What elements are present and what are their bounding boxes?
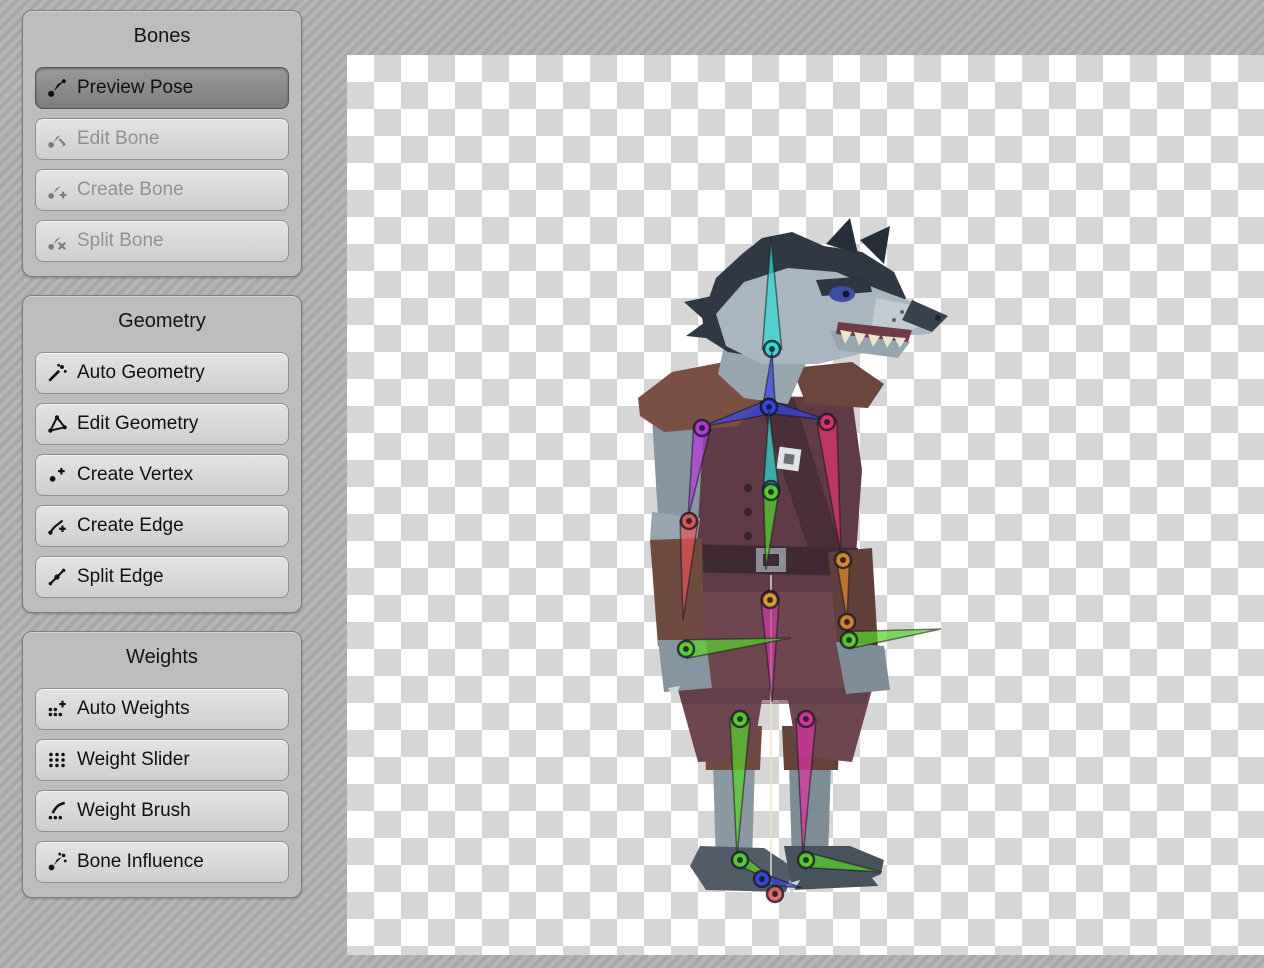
button-label: Create Bone bbox=[77, 179, 184, 201]
geometry-panel: Geometry Auto Geometry Edit Geometry Cre… bbox=[22, 295, 302, 613]
button-label: Edit Bone bbox=[77, 128, 159, 150]
bone-hand-r[interactable] bbox=[841, 629, 941, 648]
heel-l-joint[interactable] bbox=[767, 886, 783, 902]
create-vertex-icon bbox=[46, 464, 68, 486]
button-label: Edit Geometry bbox=[77, 413, 198, 435]
geometry-panel-title: Geometry bbox=[35, 304, 289, 343]
weight-brush-button[interactable]: Weight Brush bbox=[35, 790, 289, 832]
button-label: Create Edge bbox=[77, 515, 184, 537]
wrist-r-joint[interactable] bbox=[839, 614, 855, 630]
bone-spine-lower[interactable] bbox=[763, 484, 779, 570]
create-bone-icon bbox=[46, 179, 68, 201]
auto-weights-icon bbox=[46, 698, 68, 720]
weight-brush-icon bbox=[46, 800, 68, 822]
create-edge-button[interactable]: Create Edge bbox=[35, 505, 289, 547]
weight-slider-icon bbox=[46, 749, 68, 771]
bone-head[interactable] bbox=[762, 238, 781, 357]
button-label: Auto Geometry bbox=[77, 362, 205, 384]
preview-pose-button[interactable]: Preview Pose bbox=[35, 67, 289, 109]
weights-panel-title: Weights bbox=[35, 640, 289, 679]
bone-foot-r[interactable] bbox=[798, 852, 882, 872]
bone-arm-lower-l[interactable] bbox=[680, 513, 698, 620]
button-label: Preview Pose bbox=[77, 77, 193, 99]
split-bone-icon bbox=[46, 230, 68, 252]
button-label: Create Vertex bbox=[77, 464, 193, 486]
edit-geometry-button[interactable]: Edit Geometry bbox=[35, 403, 289, 445]
bone-arm-upper-r[interactable] bbox=[817, 414, 841, 555]
bone-clavicle-r[interactable] bbox=[761, 399, 827, 420]
edit-geometry-icon bbox=[46, 413, 68, 435]
button-label: Bone Influence bbox=[77, 851, 204, 873]
edit-bone-button[interactable]: Edit Bone bbox=[35, 118, 289, 160]
tool-sidebar: Bones Preview Pose Edit Bone Create Bone… bbox=[22, 10, 302, 898]
button-label: Weight Slider bbox=[77, 749, 190, 771]
waist-joint[interactable] bbox=[762, 592, 778, 608]
weights-panel: Weights Auto Weights Weight Slider Weigh… bbox=[22, 631, 302, 898]
preview-pose-icon bbox=[46, 77, 68, 99]
create-edge-icon bbox=[46, 515, 68, 537]
split-edge-button[interactable]: Split Edge bbox=[35, 556, 289, 598]
sprite-canvas[interactable] bbox=[347, 55, 1264, 955]
bone-leg-r[interactable] bbox=[796, 711, 816, 857]
auto-geometry-icon bbox=[46, 362, 68, 384]
bone-influence-icon bbox=[46, 851, 68, 873]
button-label: Split Bone bbox=[77, 230, 164, 252]
button-label: Weight Brush bbox=[77, 800, 191, 822]
auto-weights-button[interactable]: Auto Weights bbox=[35, 688, 289, 730]
bone-influence-button[interactable]: Bone Influence bbox=[35, 841, 289, 883]
auto-geometry-button[interactable]: Auto Geometry bbox=[35, 352, 289, 394]
bone-arm-lower-r[interactable] bbox=[835, 552, 851, 620]
button-label: Split Edge bbox=[77, 566, 164, 588]
edit-bone-icon bbox=[46, 128, 68, 150]
create-bone-button[interactable]: Create Bone bbox=[35, 169, 289, 211]
button-label: Auto Weights bbox=[77, 698, 190, 720]
split-bone-button[interactable]: Split Bone bbox=[35, 220, 289, 262]
create-vertex-button[interactable]: Create Vertex bbox=[35, 454, 289, 496]
split-edge-icon bbox=[46, 566, 68, 588]
bones-panel-title: Bones bbox=[35, 19, 289, 58]
bone-rig-overlay bbox=[347, 55, 1264, 955]
weight-slider-button[interactable]: Weight Slider bbox=[35, 739, 289, 781]
bone-arm-upper-l[interactable] bbox=[688, 420, 710, 518]
bone-leg-l[interactable] bbox=[730, 711, 750, 857]
bones-panel: Bones Preview Pose Edit Bone Create Bone… bbox=[22, 10, 302, 277]
